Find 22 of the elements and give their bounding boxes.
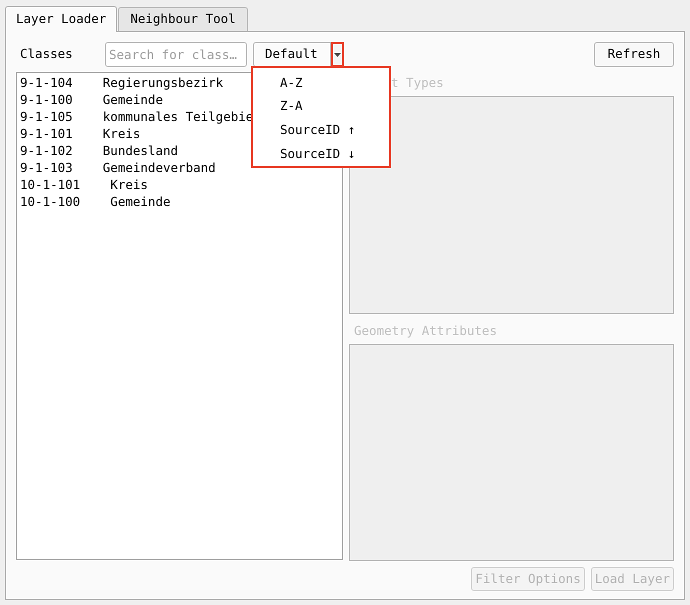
menu-item[interactable]: SourceID ↑ bbox=[253, 118, 389, 142]
list-item[interactable]: 10-1-101 Kreis bbox=[20, 176, 148, 193]
list-item[interactable]: 9-1-102 Bundesland bbox=[20, 142, 178, 159]
list-item[interactable]: 9-1-105 kommunales Teilgebie bbox=[20, 108, 254, 125]
dropdown-arrow-button[interactable] bbox=[331, 42, 344, 67]
list-item[interactable]: 9-1-103 Gemeindeverband bbox=[20, 159, 216, 176]
list-item[interactable]: 9-1-100 Gemeinde bbox=[20, 91, 163, 108]
refresh-button[interactable]: Refresh bbox=[594, 42, 674, 67]
menu-item[interactable]: SourceID ↓ bbox=[253, 142, 389, 166]
list-item[interactable]: 9-1-104 Regierungsbezirk bbox=[20, 74, 224, 91]
tab[interactable]: Layer Loader bbox=[5, 6, 118, 32]
geometry-attributes-label: Geometry Attributes bbox=[353, 322, 498, 340]
classes-label: Classes bbox=[19, 45, 74, 64]
list-item[interactable]: 10-1-100 Gemeinde bbox=[20, 193, 171, 210]
list-item[interactable]: 9-1-101 Kreis bbox=[20, 125, 140, 142]
tab[interactable]: Neighbour Tool bbox=[118, 7, 248, 31]
caret-icon bbox=[334, 52, 341, 56]
sort-combo[interactable]: Default bbox=[253, 42, 331, 67]
feature-types-label: t Types bbox=[390, 74, 445, 92]
search-field[interactable]: Search for class… bbox=[105, 42, 247, 67]
menu-item[interactable]: A-Z bbox=[253, 71, 389, 95]
menu-item[interactable]: Z-A bbox=[253, 94, 389, 118]
